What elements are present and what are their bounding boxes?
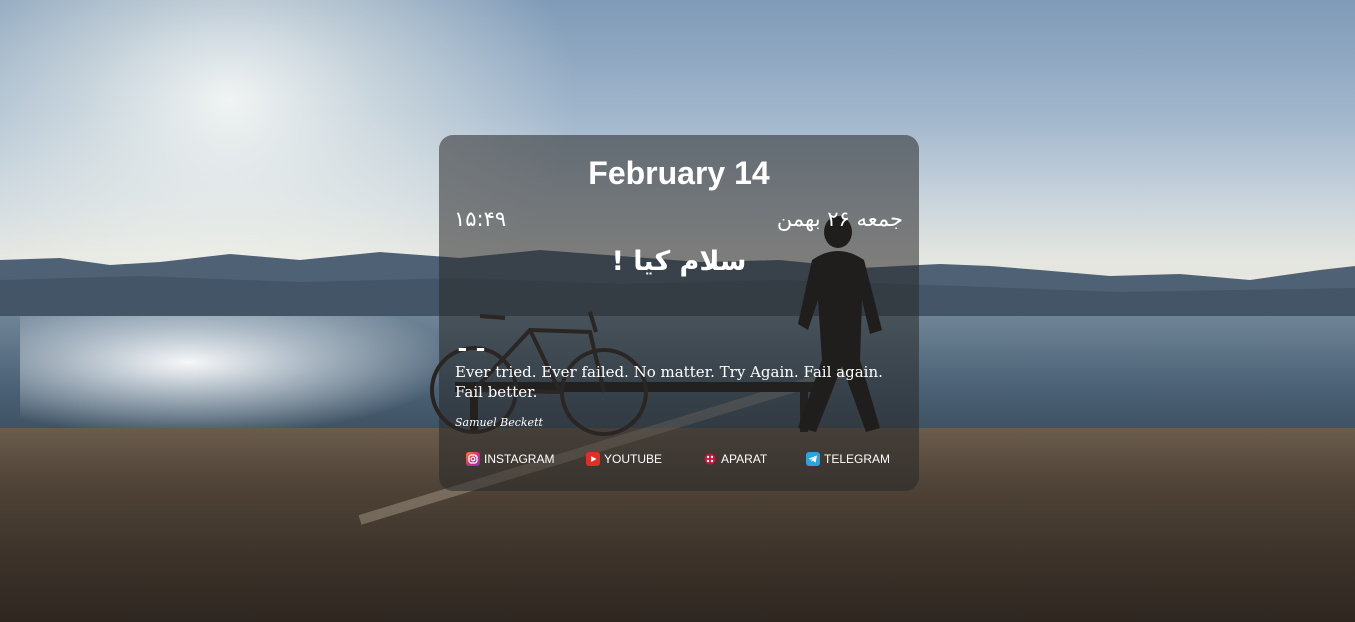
greeting-text: سلام کیا !: [611, 246, 747, 277]
instagram-label: INSTAGRAM: [484, 452, 555, 466]
aparat-label: APARAT: [721, 452, 768, 466]
dashboard-card: February 14 جمعه ۲۶ بهمن ۱۵:۴۹ سلام کیا …: [439, 135, 919, 491]
persian-date: جمعه ۲۶ بهمن: [776, 207, 903, 231]
telegram-icon: [806, 452, 820, 466]
telegram-link[interactable]: TELEGRAM: [806, 449, 890, 469]
aparat-icon: [703, 452, 717, 466]
quote-mark-icon: ,,: [453, 317, 490, 351]
youtube-link[interactable]: YOUTUBE: [586, 449, 662, 469]
instagram-link[interactable]: INSTAGRAM: [466, 449, 554, 469]
gregorian-date: February 14: [588, 155, 770, 191]
youtube-label: YOUTUBE: [604, 452, 663, 466]
youtube-icon: [586, 452, 600, 466]
social-links: INSTAGRAM YOUTUBE APARAT TELEGRAM: [439, 449, 919, 469]
telegram-label: TELEGRAM: [824, 452, 891, 466]
quote-author: Samuel Beckett: [455, 416, 543, 429]
instagram-icon: [466, 452, 480, 466]
quote-text: Ever tried. Ever failed. No matter. Try …: [455, 363, 883, 401]
aparat-link[interactable]: APARAT: [703, 449, 767, 469]
clock-time: ۱۵:۴۹: [454, 207, 507, 231]
